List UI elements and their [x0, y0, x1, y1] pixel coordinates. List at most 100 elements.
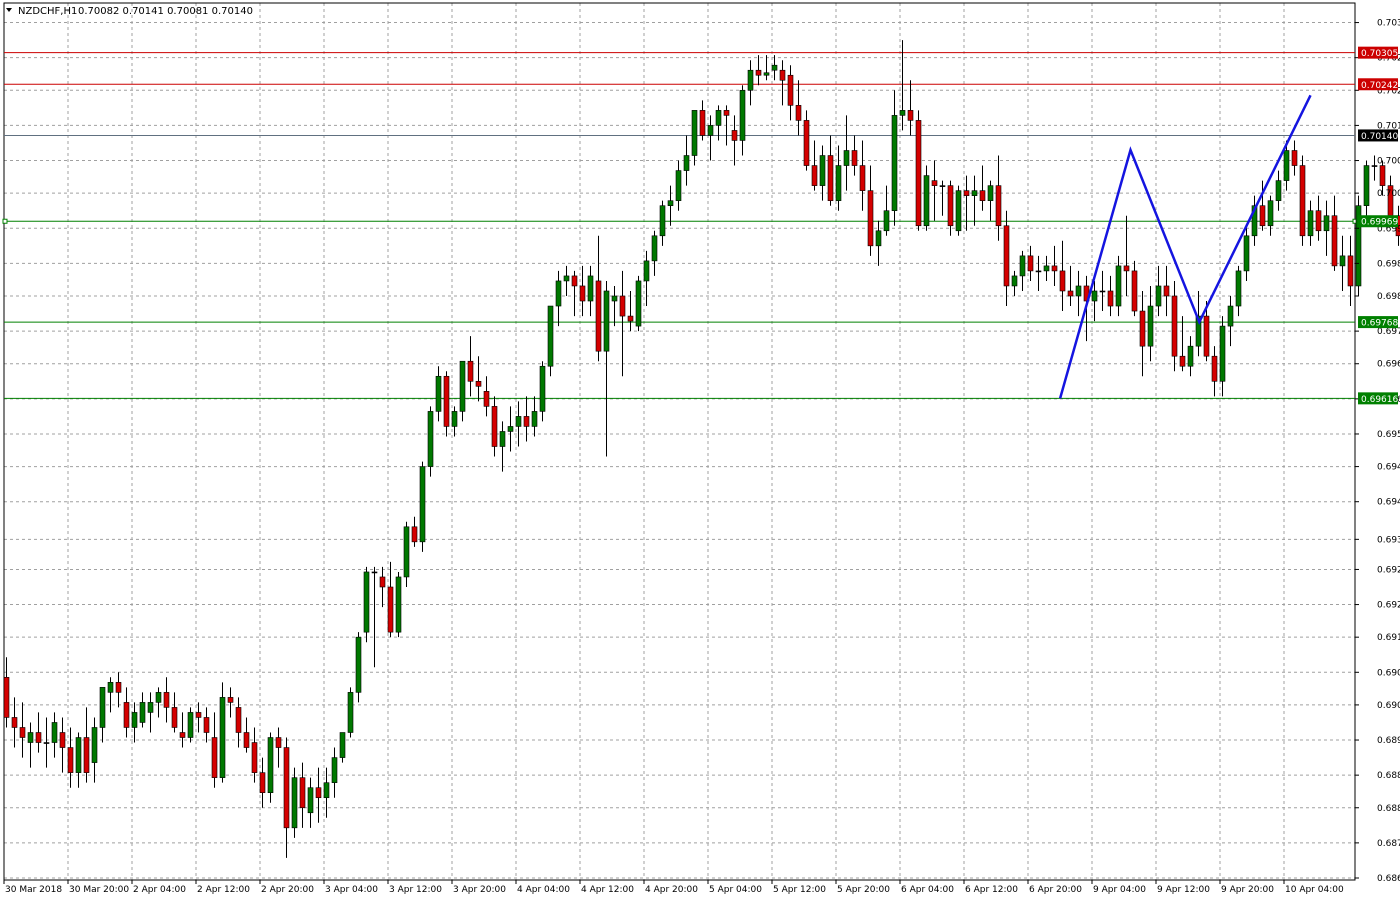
price-tick-label: 0.68800	[1377, 804, 1400, 814]
candle-body	[275, 737, 282, 748]
candle-body	[523, 416, 530, 427]
candle-body	[171, 707, 178, 728]
candle-body	[1307, 210, 1314, 237]
candle-body	[619, 295, 626, 317]
candle-body	[947, 185, 954, 227]
candle-body	[299, 777, 306, 809]
candle-body	[1363, 165, 1370, 206]
candle-body	[667, 200, 674, 206]
candle-body	[83, 737, 90, 773]
candle-body	[1323, 215, 1330, 232]
candle-body	[587, 275, 594, 302]
candle-body	[963, 190, 970, 196]
time-tick-label: 6 Apr 12:00	[965, 885, 1018, 895]
candle-body	[1179, 355, 1186, 367]
time-tick-label: 3 Apr 20:00	[453, 885, 506, 895]
price-tick-label: 0.69480	[1377, 463, 1400, 473]
candle-body	[675, 170, 682, 201]
candle-body	[43, 742, 50, 744]
candle-body	[27, 732, 34, 743]
candle-body	[755, 69, 762, 76]
candle-body	[355, 636, 362, 693]
time-tick-label: 30 Mar 20:00	[69, 885, 129, 895]
candle-body	[915, 120, 922, 227]
time-tick-label: 9 Apr 04:00	[1093, 885, 1146, 895]
candle-body	[699, 110, 706, 136]
candle-body	[291, 777, 298, 829]
candle-body	[971, 190, 978, 196]
candle-body	[835, 165, 842, 201]
candle-body	[11, 717, 18, 728]
price-tick-label: 0.69545	[1377, 430, 1400, 440]
candle-body	[1035, 270, 1042, 273]
candle-body	[1131, 270, 1138, 312]
level-price-label: 0.69768	[1361, 319, 1398, 329]
candle-body	[1347, 255, 1354, 287]
candle-body	[547, 305, 554, 367]
candle-body	[427, 411, 434, 467]
candle-body	[1339, 255, 1346, 267]
candle-body	[731, 130, 738, 141]
symbol-label: NZDCHF,H1	[18, 6, 77, 17]
candle-body	[1235, 270, 1242, 307]
candle-body	[267, 737, 274, 794]
candle-body	[627, 315, 634, 322]
candle-body	[1139, 310, 1146, 347]
price-tick-label: 0.69685	[1377, 360, 1400, 370]
price-tick-label: 0.69885	[1377, 259, 1400, 269]
candle-body	[571, 275, 578, 287]
price-tick-label: 0.69070	[1377, 668, 1400, 678]
candle-body	[1275, 180, 1282, 201]
price-tick-label: 0.69335	[1377, 535, 1400, 545]
price-tick-label: 0.69410	[1377, 498, 1400, 508]
candle-body	[867, 190, 874, 247]
chart-header: NZDCHF,H1 0.70082 0.70141 0.70081 0.7014…	[6, 6, 253, 17]
candle-body	[891, 115, 898, 212]
candle-body	[1043, 265, 1050, 272]
candle-body	[467, 360, 474, 382]
candle-body	[771, 64, 778, 71]
time-tick-label: 9 Apr 20:00	[1221, 885, 1274, 895]
candle-body	[1267, 200, 1274, 227]
candle-body	[35, 732, 42, 743]
candle-body	[563, 275, 570, 282]
price-tick-label: 0.69005	[1377, 701, 1400, 711]
candle-body	[75, 737, 82, 773]
time-tick-label: 5 Apr 12:00	[773, 885, 826, 895]
time-tick-label: 10 Apr 04:00	[1285, 885, 1344, 895]
candle-body	[715, 110, 722, 126]
candle-body	[979, 190, 986, 201]
candle-body	[1019, 255, 1026, 277]
candle-body	[203, 717, 210, 733]
candle-body	[883, 210, 890, 232]
candle-body	[1107, 290, 1114, 307]
candle-body	[1291, 150, 1298, 166]
time-tick-label: 6 Apr 20:00	[1029, 885, 1082, 895]
candle-body	[91, 727, 98, 763]
price-tick-label: 0.68935	[1377, 736, 1400, 746]
candle-body	[1011, 275, 1018, 287]
candle-body	[515, 416, 522, 427]
candle-body	[539, 365, 546, 412]
price-tick-label: 0.69750	[1377, 327, 1400, 337]
candle-body	[1099, 290, 1106, 293]
candle-body	[579, 285, 586, 302]
candle-body	[987, 185, 994, 201]
candle-body	[1051, 265, 1058, 272]
candle-body	[907, 110, 914, 121]
candle-body	[347, 692, 354, 733]
candle-body	[707, 125, 714, 136]
price-tick-label: 0.70025	[1377, 189, 1400, 199]
price-tick-label: 0.68730	[1377, 839, 1400, 849]
candle-body	[147, 702, 154, 713]
candle-body	[179, 732, 186, 738]
time-tick-label: 3 Apr 12:00	[389, 885, 442, 895]
candle-body	[875, 230, 882, 247]
candle-body	[419, 466, 426, 543]
candle-body	[19, 727, 26, 738]
candle-body	[1259, 205, 1266, 227]
level-handle[interactable]	[2, 218, 8, 224]
candle-body	[491, 406, 498, 447]
candle-body	[1147, 305, 1154, 347]
candle-body	[1123, 265, 1130, 272]
